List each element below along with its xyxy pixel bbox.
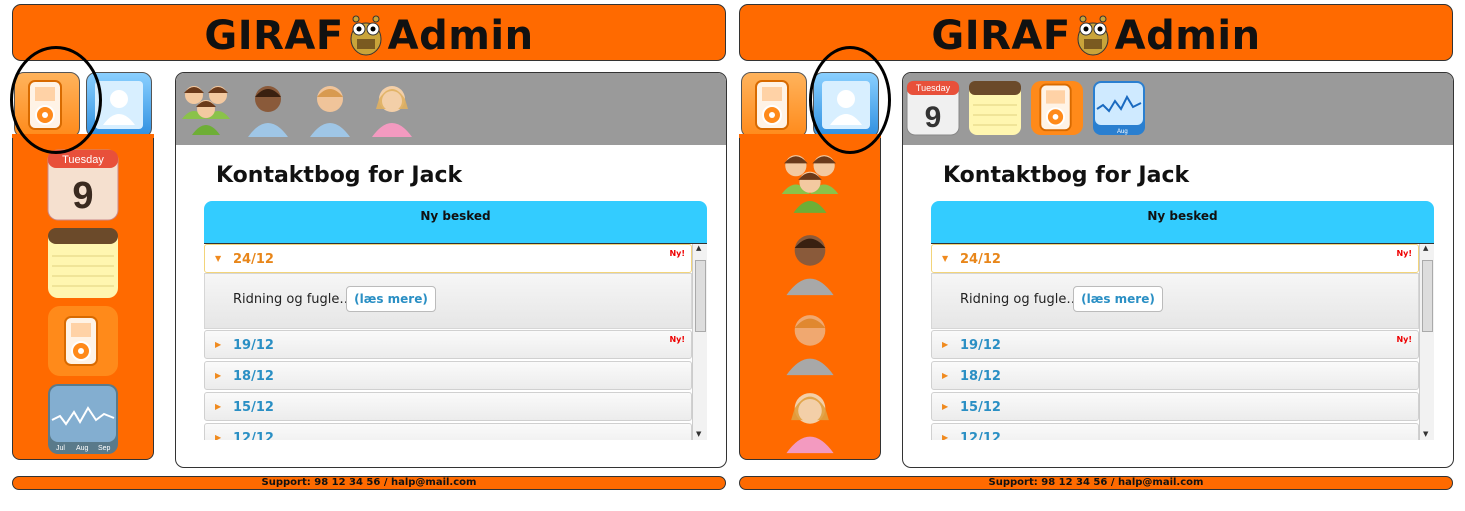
toolbar: Tuesday 9 Aug (903, 73, 1453, 145)
scroll-up-icon[interactable]: ▲ (696, 244, 701, 252)
group-icon[interactable] (777, 144, 843, 218)
list-item[interactable]: ▶ 19/12 Ny! (204, 330, 692, 359)
panel-apps-view: GIRAF Admin Tuesday 9 Jul Aug Sep Kontak… (0, 0, 727, 511)
ipod-icon (755, 80, 789, 130)
scrollbar-thumb[interactable] (695, 260, 706, 332)
chevron-right-icon: ▶ (942, 402, 949, 411)
giraf-mascot-icon (1077, 15, 1109, 56)
list-item[interactable]: ▶ 19/12 Ny! (931, 330, 1419, 359)
svg-text:9: 9 (925, 101, 942, 134)
notes-icon[interactable] (46, 226, 120, 300)
chevron-down-icon: ▼ (215, 254, 222, 263)
ipod-app-icon[interactable] (46, 304, 120, 378)
highlight-circle (809, 46, 891, 154)
page-title: Kontaktbog for Jack (216, 163, 463, 188)
title-right: Admin (387, 13, 534, 59)
chevron-down-icon: ▼ (942, 254, 949, 263)
page-title: Kontaktbog for Jack (943, 163, 1190, 188)
svg-text:Tuesday: Tuesday (916, 83, 951, 93)
entry-date: 15/12 (960, 400, 1001, 415)
boy-dark-icon[interactable] (777, 224, 843, 298)
entry-preview: Ridning og fugle… (233, 292, 353, 307)
svg-text:Tuesday: Tuesday (62, 154, 104, 166)
scroll-down-icon[interactable]: ▼ (1423, 430, 1428, 438)
scrollbar[interactable]: ▲ ▼ (692, 244, 707, 440)
calendar-icon[interactable]: Tuesday 9 (905, 79, 961, 137)
list-item[interactable]: ▶ 15/12 (204, 392, 692, 421)
svg-text:Jul: Jul (56, 445, 65, 452)
scroll-up-icon[interactable]: ▲ (1423, 244, 1428, 252)
entry-date: 12/12 (233, 431, 274, 440)
scrollbar[interactable]: ▲ ▼ (1419, 244, 1434, 440)
svg-text:Aug: Aug (76, 445, 89, 452)
entry-date: 12/12 (960, 431, 1001, 440)
stocks-icon[interactable]: Jul Aug Sep (46, 382, 120, 456)
scroll-down-icon[interactable]: ▼ (696, 430, 701, 438)
chevron-right-icon: ▶ (215, 371, 222, 380)
girl-icon[interactable] (364, 79, 420, 137)
list-item[interactable]: ▶ 12/12 (204, 423, 692, 440)
svg-text:Sep: Sep (98, 445, 111, 452)
chevron-right-icon: ▶ (942, 371, 949, 380)
entry-date: 15/12 (233, 400, 274, 415)
boy-dark-icon[interactable] (240, 79, 296, 137)
highlight-circle (10, 46, 102, 154)
main-content: Kontaktbog for Jack Ny besked ▼ 24/12 Ny… (175, 72, 727, 468)
list-item[interactable]: ▶ 12/12 (931, 423, 1419, 440)
scrollbar-thumb[interactable] (1422, 260, 1433, 332)
toolbar (176, 73, 726, 145)
list-item[interactable]: ▼ 24/12 Ny! (931, 244, 1419, 273)
notes-icon[interactable] (967, 79, 1023, 137)
boy-light-icon[interactable] (302, 79, 358, 137)
new-badge: Ny! (1396, 249, 1412, 258)
new-badge: Ny! (669, 335, 685, 344)
list-item[interactable]: ▶ 15/12 (931, 392, 1419, 421)
entry-date: 19/12 (960, 338, 1001, 353)
new-message-button[interactable]: Ny besked (204, 201, 707, 243)
ipod-app-icon[interactable] (1029, 79, 1085, 137)
list-item[interactable]: ▶ 18/12 (931, 361, 1419, 390)
stocks-icon[interactable]: Aug (1091, 79, 1147, 137)
entry-details: Ridning og fugle… (læs mere) (931, 273, 1419, 329)
list-item[interactable]: ▶ 18/12 (204, 361, 692, 390)
svg-text:9: 9 (72, 175, 93, 217)
girl-icon[interactable] (777, 382, 843, 456)
title-left: GIRAF (204, 13, 344, 59)
entry-date: 18/12 (233, 369, 274, 384)
read-more-button[interactable]: (læs mere) (1073, 286, 1163, 312)
entry-preview: Ridning og fugle… (960, 292, 1080, 307)
calendar-icon[interactable]: Tuesday 9 (46, 148, 120, 222)
message-list: ▼ 24/12 Ny! Ridning og fugle… (læs mere)… (931, 243, 1434, 440)
new-message-button[interactable]: Ny besked (931, 201, 1434, 243)
new-badge: Ny! (669, 249, 685, 258)
chevron-right-icon: ▶ (942, 340, 949, 349)
entry-date: 24/12 (233, 252, 274, 267)
chevron-right-icon: ▶ (215, 340, 222, 349)
group-icon[interactable] (178, 79, 234, 137)
title-right: Admin (1114, 13, 1261, 59)
list-item[interactable]: ▼ 24/12 Ny! (204, 244, 692, 273)
chevron-right-icon: ▶ (215, 402, 222, 411)
footer-support: Support: 98 12 34 56 / halp@mail.com (12, 476, 726, 490)
giraf-mascot-icon (350, 15, 382, 56)
entry-details: Ridning og fugle… (læs mere) (204, 273, 692, 329)
chevron-right-icon: ▶ (942, 433, 949, 440)
read-more-button[interactable]: (læs mere) (346, 286, 436, 312)
message-list: ▼ 24/12 Ny! Ridning og fugle… (læs mere)… (204, 243, 707, 440)
entry-date: 19/12 (233, 338, 274, 353)
tab-apps[interactable] (741, 72, 807, 138)
main-content: Tuesday 9 Aug Kontaktbog for Jack Ny bes… (902, 72, 1454, 468)
entry-date: 24/12 (960, 252, 1001, 267)
app-title: GIRAF Admin (13, 13, 725, 59)
new-badge: Ny! (1396, 335, 1412, 344)
boy-light-icon[interactable] (777, 304, 843, 378)
svg-text:Aug: Aug (1117, 129, 1128, 135)
footer-support: Support: 98 12 34 56 / halp@mail.com (739, 476, 1453, 490)
app-header: GIRAF Admin (12, 4, 726, 61)
chevron-right-icon: ▶ (215, 433, 222, 440)
panel-contacts-view: GIRAF Admin Tuesday 9 Aug Kontaktbog for… (727, 0, 1454, 511)
entry-date: 18/12 (960, 369, 1001, 384)
title-left: GIRAF (931, 13, 1071, 59)
